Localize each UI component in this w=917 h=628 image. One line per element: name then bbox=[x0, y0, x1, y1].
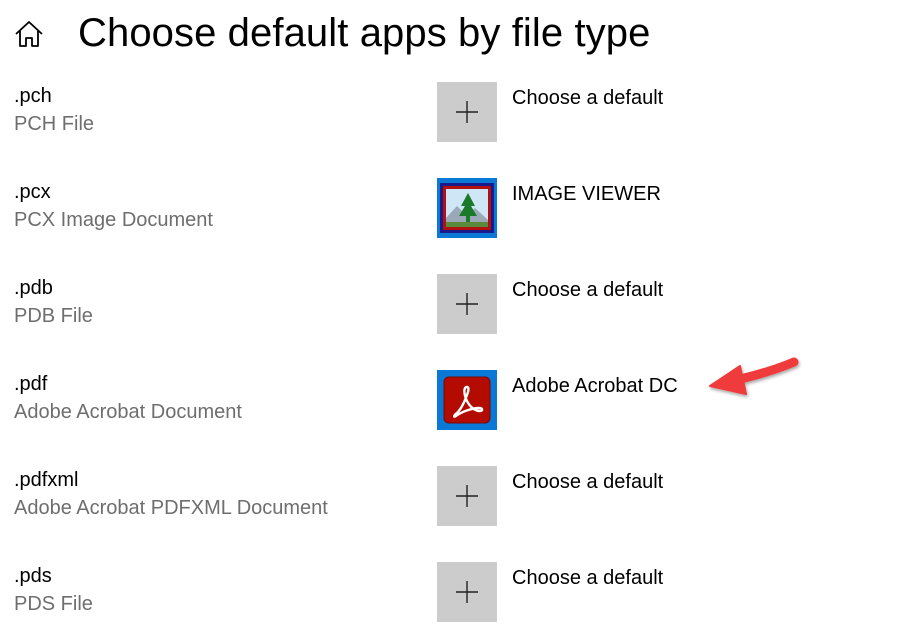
file-type-row: .pcx PCX Image Document IMAGE VIEWER bbox=[0, 178, 917, 274]
file-type-description: PCX Image Document bbox=[14, 209, 213, 231]
home-icon[interactable] bbox=[14, 20, 44, 48]
choose-default-button[interactable] bbox=[437, 562, 497, 622]
file-extension: .pch bbox=[14, 85, 52, 107]
file-type-description: PDS File bbox=[14, 593, 93, 615]
default-app-button[interactable] bbox=[437, 178, 497, 238]
file-extension: .pds bbox=[14, 565, 52, 587]
default-app-button[interactable] bbox=[437, 370, 497, 430]
image-viewer-icon bbox=[440, 183, 494, 233]
default-app-label[interactable]: Choose a default bbox=[512, 470, 663, 494]
file-extension: .pdfxml bbox=[14, 469, 79, 491]
plus-icon bbox=[456, 485, 478, 507]
file-type-description: Adobe Acrobat PDFXML Document bbox=[14, 497, 328, 519]
plus-icon bbox=[456, 581, 478, 603]
page-header: Choose default apps by file type bbox=[0, 0, 917, 66]
file-type-description: PDB File bbox=[14, 305, 93, 327]
choose-default-button[interactable] bbox=[437, 466, 497, 526]
default-app-label[interactable]: Choose a default bbox=[512, 566, 663, 590]
plus-icon bbox=[456, 101, 478, 123]
file-extension: .pdb bbox=[14, 277, 53, 299]
file-type-row: .pch PCH File Choose a default bbox=[0, 82, 917, 178]
annotation-arrow bbox=[709, 357, 799, 395]
file-extension: .pdf bbox=[14, 373, 48, 395]
file-type-description: Adobe Acrobat Document bbox=[14, 401, 242, 423]
acrobat-icon bbox=[443, 376, 491, 424]
file-type-row: .pdfxml Adobe Acrobat PDFXML Document Ch… bbox=[0, 466, 917, 562]
page-title: Choose default apps by file type bbox=[78, 11, 651, 55]
default-app-label[interactable]: Choose a default bbox=[512, 86, 663, 110]
file-type-description: PCH File bbox=[14, 113, 95, 135]
file-extension: .pcx bbox=[14, 181, 51, 203]
default-app-label[interactable]: Choose a default bbox=[512, 278, 663, 302]
choose-default-button[interactable] bbox=[437, 274, 497, 334]
settings-page: Choose default apps by file type .pch PC… bbox=[0, 0, 917, 628]
choose-default-button[interactable] bbox=[437, 82, 497, 142]
default-app-label[interactable]: Adobe Acrobat DC bbox=[512, 374, 678, 398]
plus-icon bbox=[456, 293, 478, 315]
default-app-label[interactable]: IMAGE VIEWER bbox=[512, 182, 661, 206]
file-type-row: .pds PDS File Choose a default bbox=[0, 562, 917, 628]
